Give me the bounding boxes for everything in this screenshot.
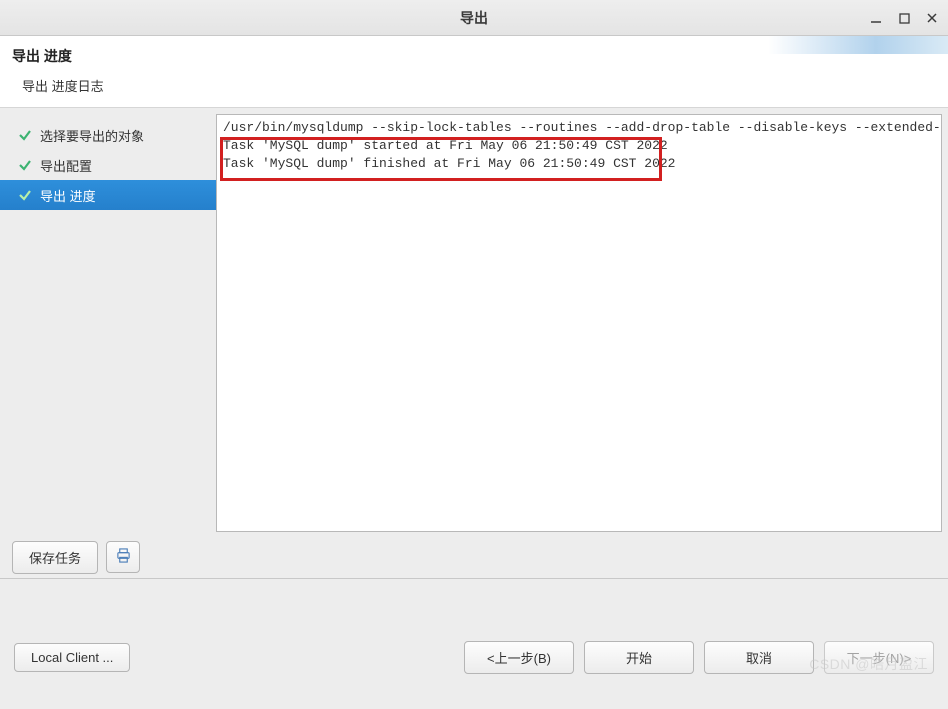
sidebar-item-label: 导出配置 xyxy=(40,156,92,175)
window-controls xyxy=(868,0,940,36)
close-button[interactable] xyxy=(924,10,940,26)
sidebar-item-select-objects[interactable]: 选择要导出的对象 xyxy=(0,120,216,150)
log-line: /usr/bin/mysqldump --skip-lock-tables --… xyxy=(223,119,935,137)
sidebar-item-export-config[interactable]: 导出配置 xyxy=(0,150,216,180)
local-client-button[interactable]: Local Client ... xyxy=(14,643,130,672)
header: 导出 进度 导出 进度日志 xyxy=(0,36,948,108)
header-decoration xyxy=(768,36,948,54)
save-task-button[interactable]: 保存任务 xyxy=(12,541,98,574)
content: 选择要导出的对象 导出配置 导出 进度 /usr/bin/mysqldump -… xyxy=(0,108,948,538)
next-button: 下一步(N)> xyxy=(824,641,934,674)
sidebar-item-export-progress[interactable]: 导出 进度 xyxy=(0,180,216,210)
check-icon xyxy=(18,188,32,202)
log-output[interactable]: /usr/bin/mysqldump --skip-lock-tables --… xyxy=(216,114,942,532)
page-subtitle: 导出 进度日志 xyxy=(12,76,936,95)
titlebar: 导出 xyxy=(0,0,948,36)
cancel-button[interactable]: 取消 xyxy=(704,641,814,674)
log-line: Task 'MySQL dump' finished at Fri May 06… xyxy=(223,155,935,173)
minimize-button[interactable] xyxy=(868,10,884,26)
log-line: Task 'MySQL dump' started at Fri May 06 … xyxy=(223,137,935,155)
bottom-toolbar: Local Client ... <上一步(B) 开始 取消 下一步(N)> xyxy=(0,635,948,680)
sidebar-item-label: 导出 进度 xyxy=(40,186,96,205)
sidebar-item-label: 选择要导出的对象 xyxy=(40,126,144,145)
check-icon xyxy=(18,158,32,172)
sidebar: 选择要导出的对象 导出配置 导出 进度 xyxy=(0,108,216,538)
window-title: 导出 xyxy=(0,8,948,28)
print-button[interactable] xyxy=(106,541,140,573)
start-button[interactable]: 开始 xyxy=(584,641,694,674)
prev-button[interactable]: <上一步(B) xyxy=(464,641,574,674)
middle-toolbar: 保存任务 xyxy=(0,538,948,578)
check-icon xyxy=(18,128,32,142)
print-icon xyxy=(116,548,131,566)
maximize-button[interactable] xyxy=(896,10,912,26)
